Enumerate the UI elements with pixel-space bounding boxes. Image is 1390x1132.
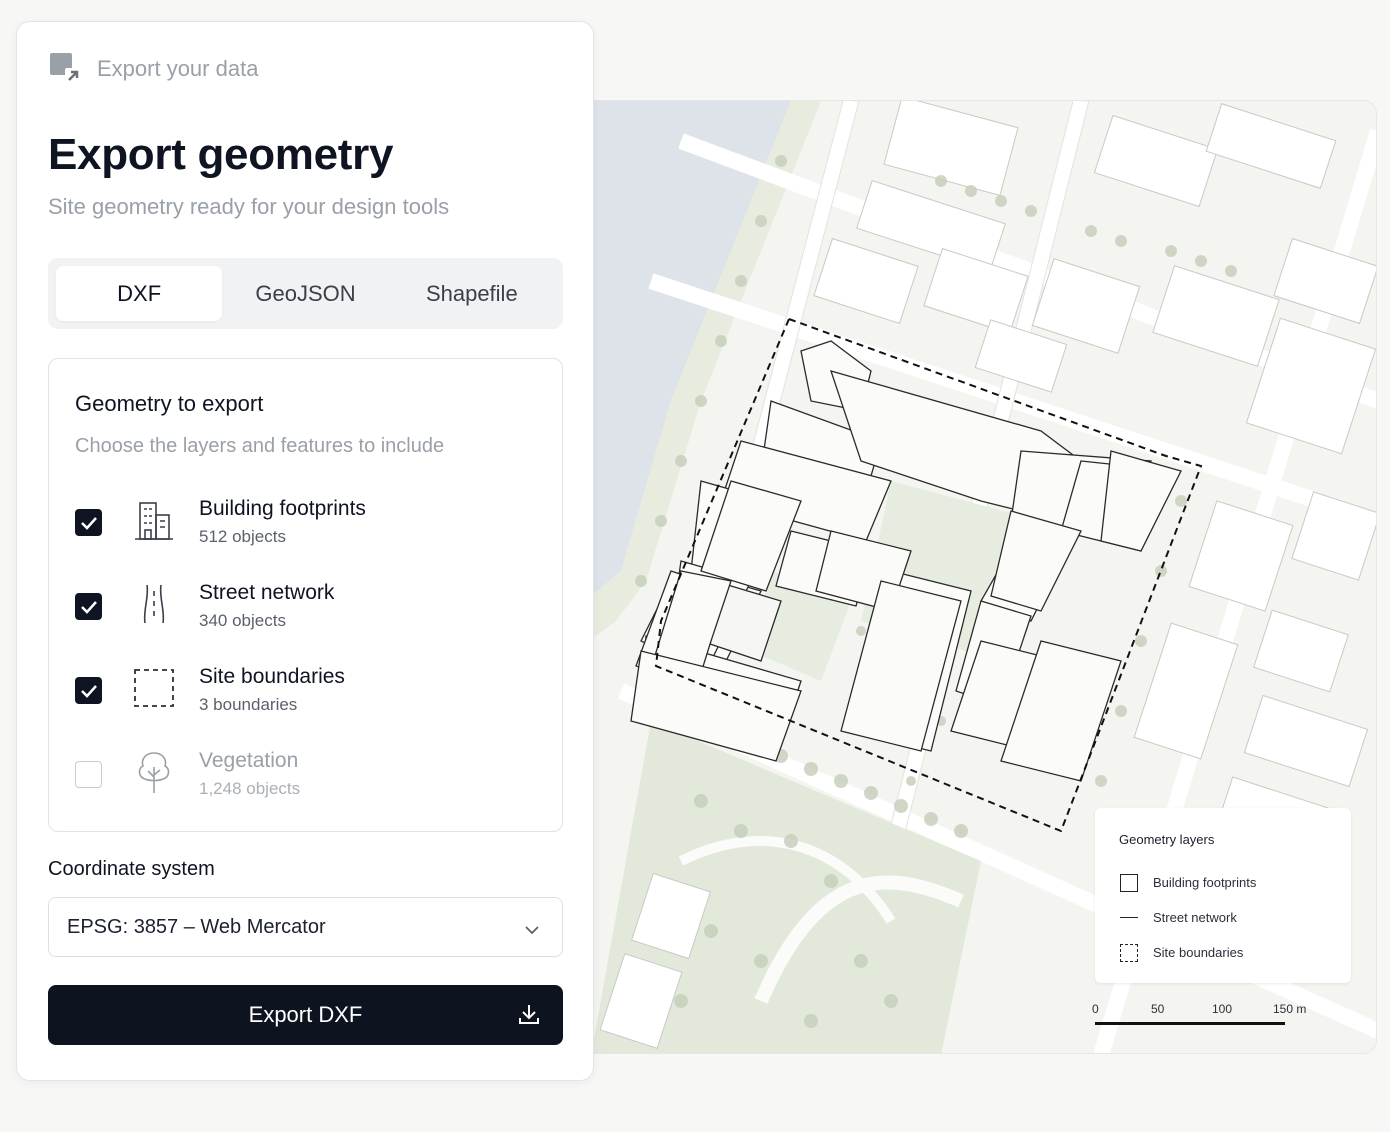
scale-tick: 150 m: [1273, 1002, 1307, 1016]
layer-name: Site boundaries: [199, 665, 345, 688]
legend-title: Geometry layers: [1119, 832, 1215, 847]
layer-count: 340 objects: [199, 611, 286, 630]
layer-name: Vegetation: [199, 749, 299, 772]
download-icon: [517, 1002, 541, 1026]
layer-building-footprints[interactable]: Building footprints 512 objects: [75, 497, 535, 557]
page-title: Export geometry: [48, 130, 394, 179]
layer-count: 3 boundaries: [199, 695, 298, 714]
tab-geojson[interactable]: GeoJSON: [222, 266, 388, 321]
layer-count: 1,248 objects: [199, 779, 301, 798]
scale-tick: 50: [1151, 1002, 1165, 1016]
layer-name: Street network: [199, 581, 335, 604]
geometry-title: Geometry to export: [75, 391, 264, 416]
building-icon: [131, 497, 177, 543]
layer-checkbox[interactable]: [75, 761, 102, 788]
coordinate-value: EPSG: 3857 – Web Mercator: [67, 915, 326, 938]
legend-item-boundary: Site boundaries: [1119, 935, 1327, 970]
layer-name: Building footprints: [199, 497, 366, 520]
outline-square-icon: [1119, 873, 1139, 892]
scale-bar: 0 50 100 150 m: [1091, 1002, 1311, 1032]
tree-icon: [131, 749, 177, 795]
coordinate-label: Coordinate system: [48, 858, 215, 880]
dashed-boundary-icon: [131, 665, 177, 711]
layer-vegetation[interactable]: Vegetation 1,248 objects: [75, 749, 535, 809]
road-icon: [131, 581, 177, 627]
dashed-square-icon: [1119, 943, 1139, 962]
legend-item-label: Site boundaries: [1153, 945, 1244, 960]
line-icon: [1119, 909, 1139, 927]
layer-count: 512 objects: [199, 527, 286, 546]
tab-dxf[interactable]: DXF: [56, 266, 223, 321]
scale-tick: 100: [1212, 1002, 1233, 1016]
tab-shapefile[interactable]: Shapefile: [389, 266, 555, 321]
layer-checkbox[interactable]: [75, 677, 102, 704]
layer-street-network[interactable]: Street network 340 objects: [75, 581, 535, 641]
export-panel: Export your data Export geometry Site ge…: [16, 21, 594, 1081]
format-tabs: DXF GeoJSON Shapefile: [48, 258, 563, 329]
geometry-card: Geometry to export Choose the layers and…: [48, 358, 563, 832]
chevron-down-icon: [524, 920, 540, 935]
export-icon: [49, 52, 83, 86]
legend-item-label: Street network: [1153, 910, 1237, 925]
export-button-label: Export DXF: [248, 1002, 363, 1027]
layer-checkbox[interactable]: [75, 593, 102, 620]
layer-checkbox[interactable]: [75, 509, 102, 536]
eyebrow-label: Export your data: [97, 56, 259, 81]
map-legend: Geometry layers Building footprints Stre…: [1095, 808, 1351, 983]
scale-tick: 0: [1092, 1002, 1099, 1016]
coordinate-select[interactable]: EPSG: 3857 – Web Mercator: [48, 897, 563, 957]
scale-line: [1095, 1022, 1285, 1025]
legend-item-building: Building footprints: [1119, 865, 1327, 900]
eyebrow: Export your data: [49, 52, 258, 86]
layer-site-boundaries[interactable]: Site boundaries 3 boundaries: [75, 665, 535, 725]
legend-item-street: Street network: [1119, 900, 1327, 935]
legend-item-label: Building footprints: [1153, 875, 1257, 890]
page-subtitle: Site geometry ready for your design tool…: [48, 194, 450, 219]
export-button[interactable]: Export DXF: [48, 985, 563, 1045]
geometry-subtitle: Choose the layers and features to includ…: [75, 435, 445, 457]
